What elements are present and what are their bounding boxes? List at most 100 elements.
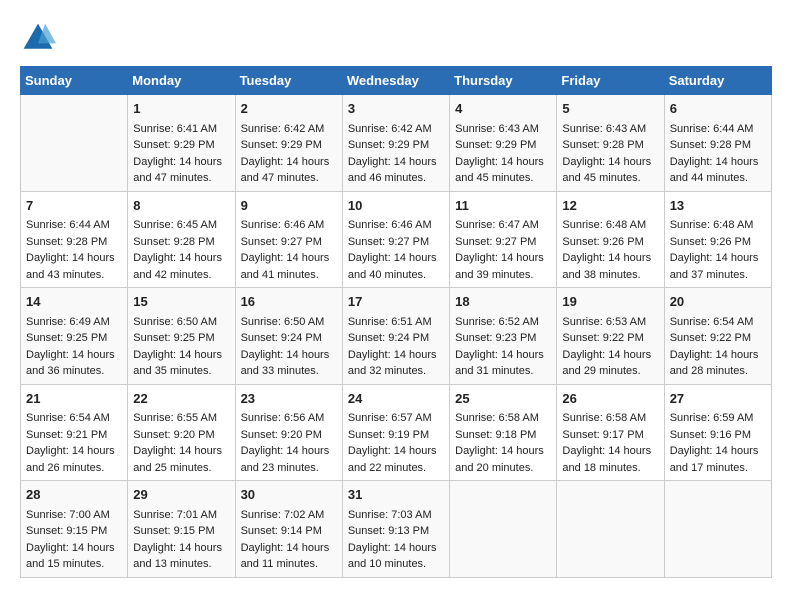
day-number: 7 (26, 196, 122, 216)
sunset-text: Sunset: 9:26 PM (562, 234, 658, 251)
calendar-cell: 22Sunrise: 6:55 AMSunset: 9:20 PMDayligh… (128, 384, 235, 481)
calendar-cell: 24Sunrise: 6:57 AMSunset: 9:19 PMDayligh… (342, 384, 449, 481)
calendar-cell (557, 481, 664, 578)
sunrise-text: Sunrise: 7:02 AM (241, 507, 337, 524)
day-number: 27 (670, 389, 766, 409)
daylight-text: Daylight: 14 hours and 43 minutes. (26, 250, 122, 283)
sunrise-text: Sunrise: 6:57 AM (348, 410, 444, 427)
page-header (20, 20, 772, 56)
calendar-cell: 20Sunrise: 6:54 AMSunset: 9:22 PMDayligh… (664, 288, 771, 385)
daylight-text: Daylight: 14 hours and 40 minutes. (348, 250, 444, 283)
daylight-text: Daylight: 14 hours and 38 minutes. (562, 250, 658, 283)
daylight-text: Daylight: 14 hours and 47 minutes. (241, 154, 337, 187)
daylight-text: Daylight: 14 hours and 33 minutes. (241, 347, 337, 380)
day-number: 18 (455, 292, 551, 312)
calendar-week-row: 14Sunrise: 6:49 AMSunset: 9:25 PMDayligh… (21, 288, 772, 385)
sunrise-text: Sunrise: 6:58 AM (562, 410, 658, 427)
day-number: 15 (133, 292, 229, 312)
day-number: 25 (455, 389, 551, 409)
calendar-cell: 14 Sunrise: 6:49 AMSunset: 9:25 PMDayligh… (21, 288, 128, 385)
sunset-text: Sunset: 9:15 PM (133, 523, 229, 540)
sunset-text: Sunset: 9:25 PM (133, 330, 229, 347)
daylight-text: Daylight: 14 hours and 23 minutes. (241, 443, 337, 476)
sunset-text: Sunset: 9:13 PM (348, 523, 444, 540)
daylight-text: Daylight: 14 hours and 41 minutes. (241, 250, 337, 283)
sunrise-text: Sunrise: 6:54 AM (670, 314, 766, 331)
day-number: 22 (133, 389, 229, 409)
col-sunday: Sunday (21, 67, 128, 95)
sunset-text: Sunset: 9:22 PM (670, 330, 766, 347)
day-number: 16 (241, 292, 337, 312)
calendar-cell (450, 481, 557, 578)
calendar-cell: 25Sunrise: 6:58 AMSunset: 9:18 PMDayligh… (450, 384, 557, 481)
day-number: 14 (26, 292, 122, 312)
sunset-text: Sunset: 9:27 PM (348, 234, 444, 251)
sunset-text: Sunset: 9:28 PM (133, 234, 229, 251)
calendar-cell: 31Sunrise: 7:03 AMSunset: 9:13 PMDayligh… (342, 481, 449, 578)
sunset-text: Sunset: 9:24 PM (241, 330, 337, 347)
daylight-text: Daylight: 14 hours and 44 minutes. (670, 154, 766, 187)
daylight-text: Daylight: 14 hours and 28 minutes. (670, 347, 766, 380)
day-number: 9 (241, 196, 337, 216)
calendar-cell: 23Sunrise: 6:56 AMSunset: 9:20 PMDayligh… (235, 384, 342, 481)
sunset-text: Sunset: 9:25 PM (26, 330, 122, 347)
day-number: 17 (348, 292, 444, 312)
day-number: 6 (670, 99, 766, 119)
sunset-text: Sunset: 9:26 PM (670, 234, 766, 251)
calendar-cell: 28 Sunrise: 7:00 AMSunset: 9:15 PMDayligh… (21, 481, 128, 578)
sunset-text: Sunset: 9:29 PM (133, 137, 229, 154)
calendar-cell: 10Sunrise: 6:46 AMSunset: 9:27 PMDayligh… (342, 191, 449, 288)
day-number: 21 (26, 389, 122, 409)
calendar-cell (21, 95, 128, 192)
daylight-text: Daylight: 14 hours and 32 minutes. (348, 347, 444, 380)
logo-icon (20, 20, 56, 56)
daylight-text: Daylight: 14 hours and 36 minutes. (26, 347, 122, 380)
calendar-cell: 7Sunrise: 6:44 AMSunset: 9:28 PMDaylight… (21, 191, 128, 288)
sunrise-text: Sunrise: 6:50 AM (241, 314, 337, 331)
sunset-text: Sunset: 9:21 PM (26, 427, 122, 444)
daylight-text: Daylight: 14 hours and 45 minutes. (455, 154, 551, 187)
sunrise-text: Sunrise: 6:42 AM (241, 121, 337, 138)
day-number: 28 (26, 485, 122, 505)
calendar-cell: 27Sunrise: 6:59 AMSunset: 9:16 PMDayligh… (664, 384, 771, 481)
daylight-text: Daylight: 14 hours and 11 minutes. (241, 540, 337, 573)
daylight-text: Daylight: 14 hours and 17 minutes. (670, 443, 766, 476)
day-number: 30 (241, 485, 337, 505)
sunset-text: Sunset: 9:17 PM (562, 427, 658, 444)
calendar-cell: 9Sunrise: 6:46 AMSunset: 9:27 PMDaylight… (235, 191, 342, 288)
sunrise-text: Sunrise: 6:53 AM (562, 314, 658, 331)
sunset-text: Sunset: 9:19 PM (348, 427, 444, 444)
sunset-text: Sunset: 9:18 PM (455, 427, 551, 444)
sunrise-text: Sunrise: 6:49 AM (26, 314, 122, 331)
daylight-text: Daylight: 14 hours and 25 minutes. (133, 443, 229, 476)
sunset-text: Sunset: 9:27 PM (455, 234, 551, 251)
col-friday: Friday (557, 67, 664, 95)
sunset-text: Sunset: 9:28 PM (670, 137, 766, 154)
sunrise-text: Sunrise: 7:00 AM (26, 507, 122, 524)
sunrise-text: Sunrise: 6:48 AM (670, 217, 766, 234)
calendar-cell: 29Sunrise: 7:01 AMSunset: 9:15 PMDayligh… (128, 481, 235, 578)
day-number: 3 (348, 99, 444, 119)
sunrise-text: Sunrise: 6:45 AM (133, 217, 229, 234)
sunrise-text: Sunrise: 6:42 AM (348, 121, 444, 138)
daylight-text: Daylight: 14 hours and 31 minutes. (455, 347, 551, 380)
calendar-week-row: 7Sunrise: 6:44 AMSunset: 9:28 PMDaylight… (21, 191, 772, 288)
day-number: 26 (562, 389, 658, 409)
sunset-text: Sunset: 9:16 PM (670, 427, 766, 444)
daylight-text: Daylight: 14 hours and 46 minutes. (348, 154, 444, 187)
sunset-text: Sunset: 9:20 PM (133, 427, 229, 444)
daylight-text: Daylight: 14 hours and 45 minutes. (562, 154, 658, 187)
sunrise-text: Sunrise: 6:43 AM (455, 121, 551, 138)
calendar-cell: 11Sunrise: 6:47 AMSunset: 9:27 PMDayligh… (450, 191, 557, 288)
sunset-text: Sunset: 9:23 PM (455, 330, 551, 347)
sunrise-text: Sunrise: 6:44 AM (670, 121, 766, 138)
sunrise-text: Sunrise: 6:48 AM (562, 217, 658, 234)
calendar-cell (664, 481, 771, 578)
day-number: 23 (241, 389, 337, 409)
daylight-text: Daylight: 14 hours and 15 minutes. (26, 540, 122, 573)
col-thursday: Thursday (450, 67, 557, 95)
calendar-cell: 1Sunrise: 6:41 AMSunset: 9:29 PMDaylight… (128, 95, 235, 192)
sunset-text: Sunset: 9:28 PM (562, 137, 658, 154)
sunset-text: Sunset: 9:15 PM (26, 523, 122, 540)
calendar-cell: 13Sunrise: 6:48 AMSunset: 9:26 PMDayligh… (664, 191, 771, 288)
